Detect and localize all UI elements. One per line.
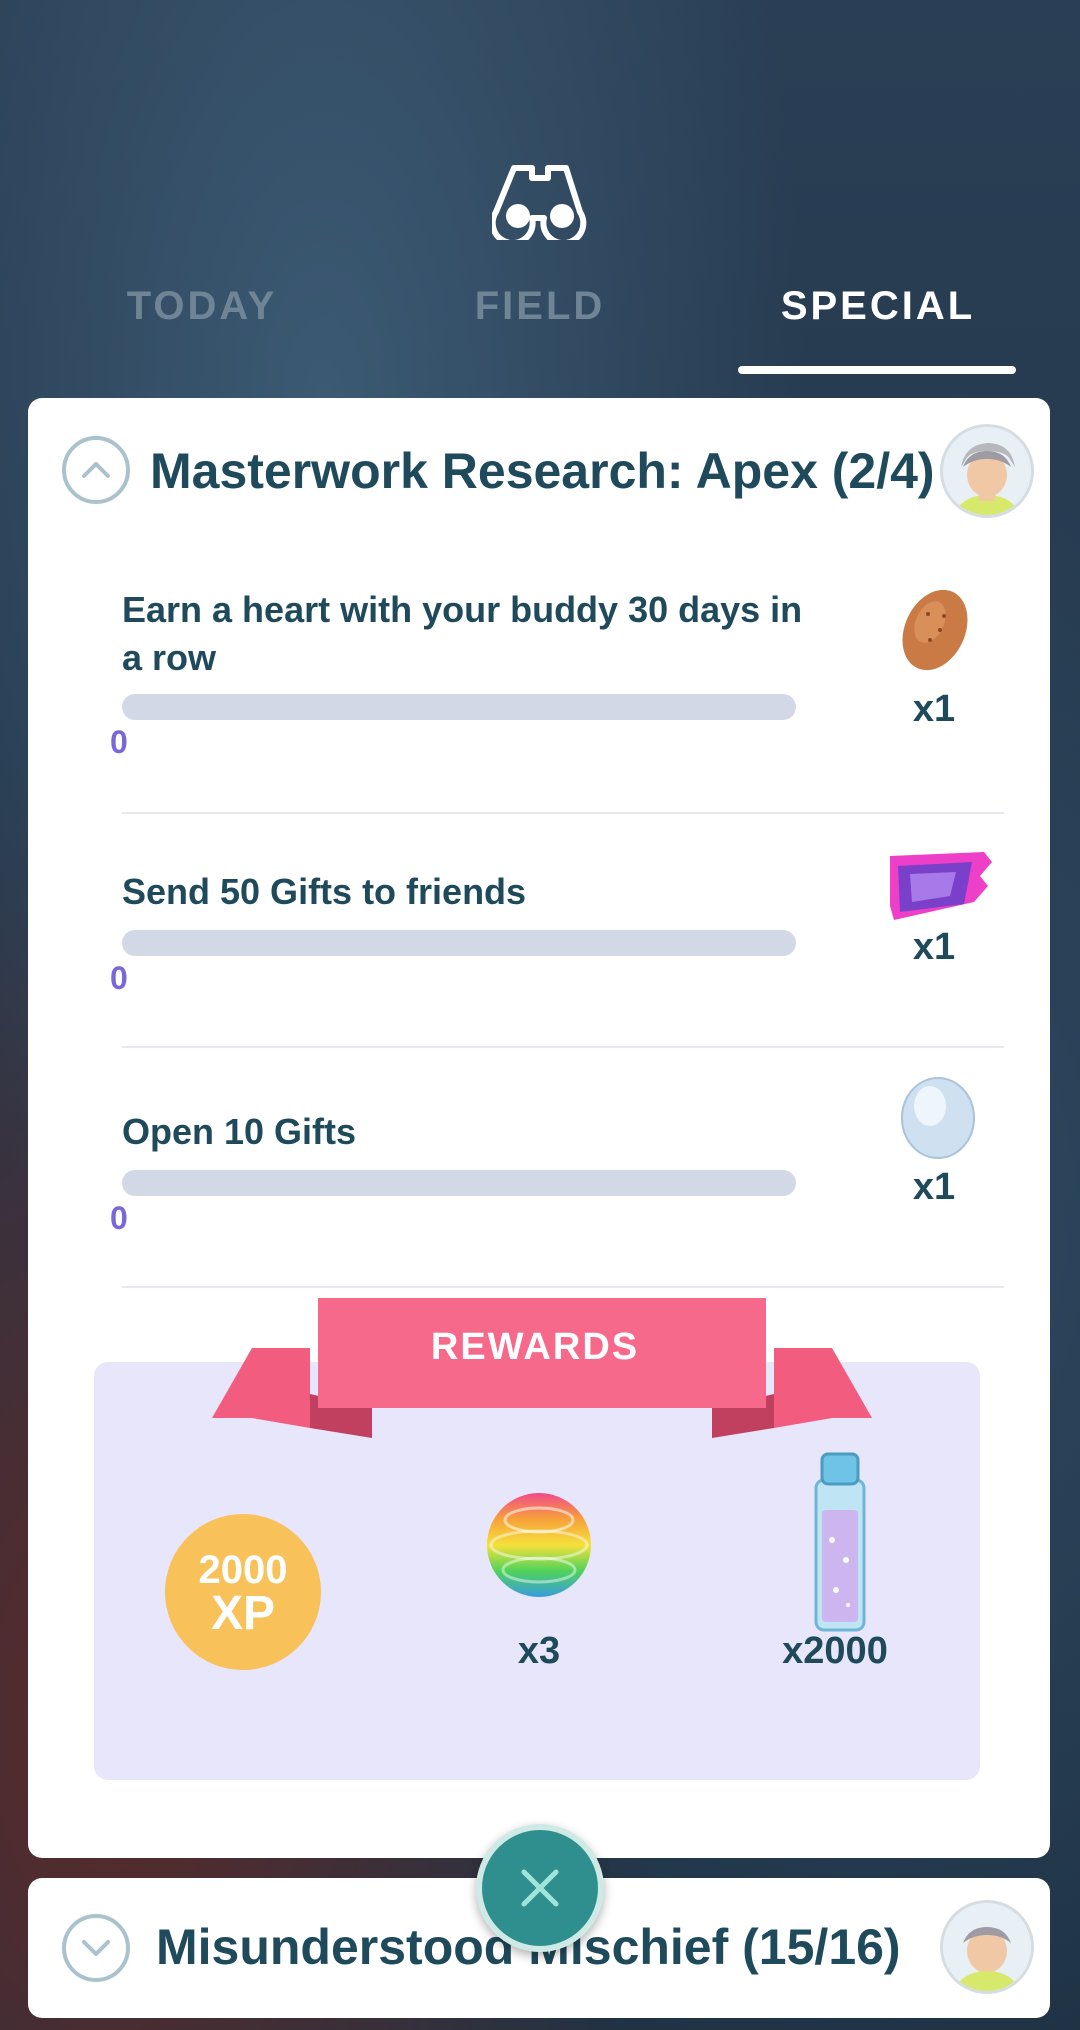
rewards-ribbon xyxy=(212,1298,872,1438)
task-description: Send 50 Gifts to friends xyxy=(122,871,527,912)
research-card-masterwork: Masterwork Research: Apex (2/4) Earn a h… xyxy=(28,398,1050,1858)
rare-candy-icon xyxy=(487,1493,591,1597)
research-task: Earn a heart with your buddy 30 days in … xyxy=(94,576,1004,816)
xp-amount: 2000 xyxy=(198,1548,288,1592)
divider xyxy=(122,1286,1004,1288)
task-description: Open 10 Gifts xyxy=(122,1111,357,1152)
reward-quantity: x1 xyxy=(912,926,956,968)
egg-icon xyxy=(901,1077,975,1159)
task-progress-count: 0 xyxy=(110,960,128,996)
task-progress-bar xyxy=(122,930,796,956)
reward-quantity: x1 xyxy=(912,688,956,730)
tab-today[interactable]: TODAY xyxy=(32,284,372,329)
close-button[interactable] xyxy=(476,1824,604,1952)
xp-badge: 2000 XP xyxy=(165,1514,321,1670)
reward-quantity: x2000 xyxy=(782,1630,888,1672)
task-progress-bar xyxy=(122,694,796,720)
avatar xyxy=(940,424,1034,518)
task-description: Earn a heart with your buddy 30 days in … xyxy=(122,589,803,678)
stardust-tube-icon xyxy=(814,1452,866,1632)
divider xyxy=(122,812,1004,814)
research-task: Open 10 Gifts 0 x1 xyxy=(94,1056,1004,1296)
expand-button[interactable] xyxy=(62,1914,130,1982)
reward-quantity: x1 xyxy=(912,1166,956,1208)
xp-unit: XP xyxy=(210,1587,276,1640)
collapse-button[interactable] xyxy=(62,436,130,504)
avatar xyxy=(940,1900,1034,1994)
pokemon-treat-icon xyxy=(902,589,968,671)
task-progress-count: 0 xyxy=(110,724,128,760)
research-tabs: TODAY FIELD SPECIAL xyxy=(0,270,1080,380)
tab-field[interactable]: FIELD xyxy=(370,284,710,329)
sticker-icon xyxy=(890,852,992,920)
divider xyxy=(122,1046,1004,1048)
research-title[interactable]: Masterwork Research: Apex (2/4) xyxy=(150,442,935,500)
reward-quantity: x3 xyxy=(517,1630,561,1672)
binoculars-icon xyxy=(492,165,587,240)
active-tab-indicator xyxy=(738,366,1016,374)
task-progress-bar xyxy=(122,1170,796,1196)
rewards-label: REWARDS xyxy=(430,1326,640,1368)
research-task: Send 50 Gifts to friends 0 x1 xyxy=(94,816,1004,1056)
chevron-up-icon xyxy=(82,462,110,478)
close-icon xyxy=(521,1869,559,1907)
chevron-down-icon xyxy=(82,1940,110,1956)
task-progress-count: 0 xyxy=(110,1200,128,1236)
tab-special[interactable]: SPECIAL xyxy=(708,284,1048,329)
